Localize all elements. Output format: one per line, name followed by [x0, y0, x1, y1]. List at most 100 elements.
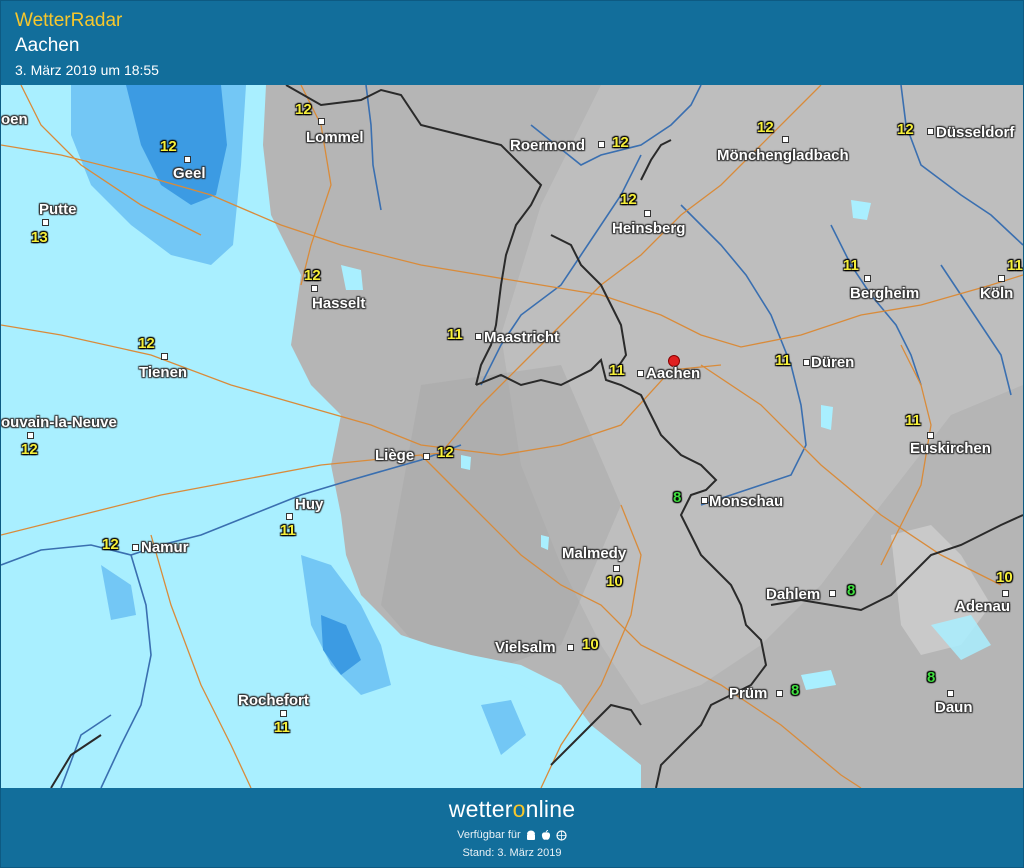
temperature-label: 10: [606, 573, 623, 590]
header-bar: WetterRadar Aachen 3. März 2019 um 18:55: [1, 1, 1023, 85]
city-marker: [998, 275, 1005, 282]
app-frame: WetterRadar Aachen 3. März 2019 um 18:55: [0, 0, 1024, 868]
location-name: Aachen: [15, 35, 80, 56]
logo-text-prefix: wetter: [448, 796, 513, 822]
temperature-label: 8: [847, 582, 856, 599]
temperature-label: 10: [996, 569, 1013, 586]
city-label-huy: Huy: [295, 496, 324, 513]
map-background: [1, 85, 1023, 788]
city-marker: [782, 136, 789, 143]
city-marker: [311, 285, 318, 292]
temperature-label: 8: [791, 682, 800, 699]
logo-text-o: o: [512, 796, 526, 822]
temperature-label: 12: [102, 536, 119, 553]
temperature-label: 12: [612, 134, 629, 151]
availability-line: Verfügbar für: [1, 829, 1023, 841]
city-label-dueren: Düren: [811, 354, 855, 371]
data-timestamp: Stand: 3. März 2019: [462, 847, 562, 859]
city-marker: [947, 690, 954, 697]
city-marker: [423, 453, 430, 460]
city-marker: [644, 210, 651, 217]
city-label-pruem: Prüm: [729, 685, 768, 702]
city-marker: [803, 359, 810, 366]
city-label-adenau: Adenau: [955, 598, 1011, 615]
city-label-namur: Namur: [141, 539, 189, 556]
temperature-label: 12: [295, 101, 312, 118]
temperature-label: 12: [304, 267, 321, 284]
city-label-bergheim: Bergheim: [850, 285, 920, 302]
temperature-label: 11: [609, 362, 625, 379]
city-marker: [637, 370, 644, 377]
city-label-moenchengladbach: Mönchengladbach: [717, 147, 849, 164]
city-marker: [318, 118, 325, 125]
city-label-tienen: Tienen: [139, 364, 188, 381]
city-marker: [864, 275, 871, 282]
city-marker: [829, 590, 836, 597]
city-marker: [776, 690, 783, 697]
app-title: WetterRadar: [15, 10, 123, 31]
city-label-liege: Liège: [375, 447, 415, 464]
footer-bar: wetteronline Verfügbar für Stand: 3. Mär…: [1, 788, 1023, 867]
apple-icon[interactable]: [541, 829, 551, 841]
timestamp: 3. März 2019 um 18:55: [15, 62, 159, 78]
temperature-label: 11: [1007, 257, 1023, 274]
city-label-maastricht: Maastricht: [484, 329, 560, 346]
city-label-putte: Putte: [39, 201, 77, 218]
city-label-vielsalm: Vielsalm: [495, 639, 556, 656]
android-icon[interactable]: [526, 830, 536, 841]
temperature-label: 12: [620, 191, 637, 208]
city-marker: [613, 565, 620, 572]
city-label-lommel: Lommel: [306, 129, 364, 146]
city-label-malmedy: Malmedy: [562, 545, 627, 562]
city-label-koeln: Köln: [980, 285, 1014, 302]
city-label-roermond: Roermond: [510, 137, 585, 154]
city-marker: [42, 219, 49, 226]
wetteronline-logo[interactable]: wetteronline: [1, 796, 1023, 823]
temperature-label: 12: [138, 335, 155, 352]
temperature-label: 10: [582, 636, 599, 653]
city-marker: [927, 128, 934, 135]
temperature-label: 11: [843, 257, 859, 274]
logo-text-suffix: nline: [525, 796, 576, 822]
city-label-daun: Daun: [935, 699, 973, 716]
city-label-louvain-la-neuve: ouvain-la-Neuve: [1, 414, 117, 431]
temperature-label: 8: [673, 489, 682, 506]
temperature-label: 11: [905, 412, 921, 429]
city-marker: [161, 353, 168, 360]
city-label-rochefort: Rochefort: [238, 692, 309, 709]
temperature-label: 8: [927, 669, 936, 686]
city-marker: [132, 544, 139, 551]
city-marker: [927, 432, 934, 439]
temperature-label: 12: [160, 138, 177, 155]
city-label-edge-west: oen: [1, 111, 28, 128]
temperature-label: 13: [31, 229, 48, 246]
city-label-monschau: Monschau: [709, 493, 784, 510]
city-label-geel: Geel: [173, 165, 206, 182]
city-label-euskirchen: Euskirchen: [910, 440, 991, 457]
city-marker: [280, 710, 287, 717]
city-marker: [567, 644, 574, 651]
city-marker: [184, 156, 191, 163]
temperature-label: 11: [447, 326, 463, 343]
temperature-label: 12: [437, 444, 454, 461]
city-marker: [1002, 590, 1009, 597]
temperature-label: 11: [280, 522, 296, 539]
temperature-label: 12: [21, 441, 38, 458]
temperature-label: 11: [775, 352, 791, 369]
city-label-aachen: Aachen: [646, 365, 701, 382]
temperature-label: 12: [897, 121, 914, 138]
city-marker: [598, 141, 605, 148]
city-label-heinsberg: Heinsberg: [612, 220, 686, 237]
city-marker: [701, 497, 708, 504]
city-marker: [475, 333, 482, 340]
radar-map[interactable]: Lommel Geel Roermond Mönchengladbach Düs…: [1, 85, 1023, 788]
city-label-dahlem: Dahlem: [766, 586, 821, 603]
city-label-hasselt: Hasselt: [312, 295, 366, 312]
city-marker: [27, 432, 34, 439]
web-icon[interactable]: [556, 829, 567, 841]
city-marker: [286, 513, 293, 520]
city-label-duesseldorf: Düsseldorf: [936, 124, 1015, 141]
availability-label: Verfügbar für: [457, 829, 521, 841]
temperature-label: 11: [274, 719, 290, 736]
temperature-label: 12: [757, 119, 774, 136]
